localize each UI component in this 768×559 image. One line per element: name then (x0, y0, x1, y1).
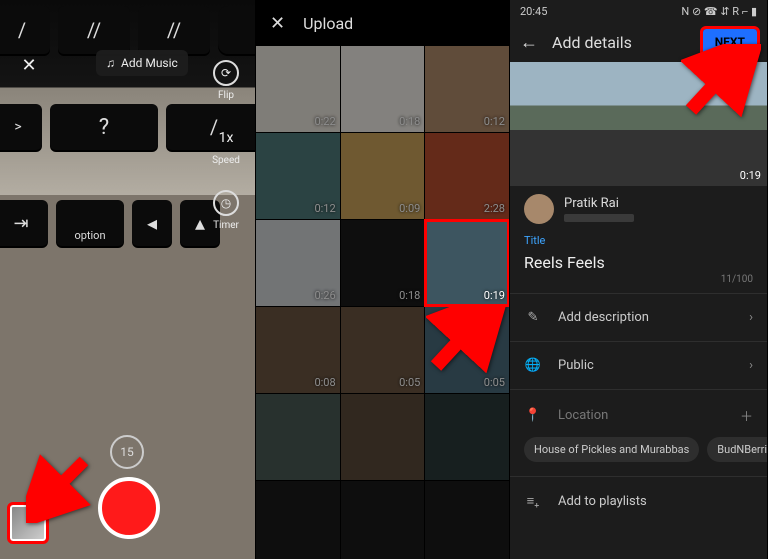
add-music-label: Add Music (121, 56, 178, 70)
flip-button[interactable]: ⟳ Flip (213, 60, 239, 101)
cell-duration: 0:12 (484, 115, 505, 128)
timer-button[interactable]: ◷ Timer (213, 190, 239, 231)
user-name: Pratik Rai (564, 196, 634, 211)
playlist-add-icon: ≡₊ (524, 493, 542, 509)
cell-duration: 0:19 (484, 289, 505, 302)
title-input[interactable]: Reels Feels (510, 249, 767, 274)
cell-duration: 0:18 (399, 289, 420, 302)
location-chip[interactable]: BudNBerries (707, 437, 767, 462)
plus-icon: ＋ (740, 406, 753, 425)
key-option: option (56, 200, 124, 246)
divider (510, 293, 767, 294)
cell-duration: 0:12 (314, 202, 335, 215)
close-icon[interactable]: ✕ (16, 52, 42, 78)
next-button[interactable]: NEXT (703, 29, 757, 55)
key (218, 6, 256, 54)
speed-label: Speed (212, 155, 240, 166)
divider (510, 476, 767, 477)
add-description-row[interactable]: ✎ Add description › (510, 298, 767, 337)
key: ⇥ (0, 200, 48, 246)
upload-title: Upload (303, 14, 353, 33)
pencil-icon: ✎ (524, 310, 542, 325)
status-indicators: N ⊘ ☎ ⇵ R ⌐ ▮ (681, 5, 757, 18)
timer-icon: ◷ (213, 190, 239, 216)
flip-label: Flip (218, 90, 234, 101)
media-cell[interactable]: 0:05 (341, 307, 425, 393)
location-row[interactable]: 📍 Location ＋ (510, 394, 767, 437)
cell-duration: 0:09 (399, 202, 420, 215)
location-chips: House of Pickles and Murabbas BudNBerries… (510, 437, 767, 472)
media-cell[interactable]: 0:09 (341, 133, 425, 219)
record-button[interactable] (98, 477, 160, 539)
media-cell[interactable]: 0:12 (256, 133, 340, 219)
location-label: Location (558, 408, 608, 423)
cell-duration: 2:28 (484, 202, 505, 215)
media-cell[interactable] (341, 394, 425, 480)
key: // (138, 6, 210, 54)
avatar (524, 194, 554, 224)
media-cell[interactable]: 0:19 (425, 220, 509, 306)
speed-button[interactable]: 1x Speed (212, 125, 240, 166)
chevron-right-icon: › (749, 310, 753, 325)
media-cell[interactable] (425, 481, 509, 559)
music-icon: ♫ (106, 56, 115, 70)
key: / (0, 6, 50, 54)
key: > (0, 104, 42, 150)
pin-icon: 📍 (524, 408, 542, 423)
media-cell[interactable]: 0:26 (256, 220, 340, 306)
duration-selector[interactable]: 15 (110, 435, 144, 469)
page-title: Add details (552, 33, 632, 52)
key: // (58, 6, 130, 54)
cell-duration: 0:18 (399, 115, 420, 128)
visibility-row[interactable]: 🌐 Public › (510, 346, 767, 385)
status-time: 20:45 (520, 5, 547, 18)
playlists-label: Add to playlists (558, 494, 647, 509)
gallery-thumbnail[interactable] (10, 505, 46, 541)
flip-icon: ⟳ (213, 60, 239, 86)
media-cell[interactable]: 0:18 (341, 46, 425, 132)
back-icon[interactable]: ← (520, 32, 538, 53)
cell-duration: 0:26 (314, 289, 335, 302)
speed-icon: 1x (213, 125, 239, 151)
media-cell[interactable]: 0:05 (425, 307, 509, 393)
add-description-label: Add description (558, 310, 649, 325)
cell-duration: 0:05 (484, 376, 505, 389)
location-chip[interactable]: House of Pickles and Murabbas (524, 437, 699, 462)
status-bar: 20:45 N ⊘ ☎ ⇵ R ⌐ ▮ (510, 0, 767, 22)
divider (510, 341, 767, 342)
add-to-playlists-row[interactable]: ≡₊ Add to playlists (510, 481, 767, 521)
preview-duration: 0:19 (740, 169, 761, 182)
media-cell[interactable]: 0:18 (341, 220, 425, 306)
key: ◂ (132, 200, 172, 246)
media-cell[interactable] (256, 394, 340, 480)
key: ? (50, 104, 158, 150)
media-cell[interactable] (256, 481, 340, 559)
video-preview[interactable]: 0:19 (510, 62, 767, 186)
cell-duration: 0:05 (399, 376, 420, 389)
visibility-label: Public (558, 358, 594, 373)
divider (510, 389, 767, 390)
title-label: Title (510, 232, 767, 249)
media-cell[interactable]: 0:22 (256, 46, 340, 132)
timer-label: Timer (213, 220, 239, 231)
user-row: Pratik Rai (510, 186, 767, 232)
globe-icon: 🌐 (524, 358, 542, 373)
close-icon[interactable]: ✕ (270, 13, 285, 34)
media-cell[interactable]: 2:28 (425, 133, 509, 219)
chevron-right-icon: › (749, 358, 753, 373)
media-grid: 0:22 0:18 0:12 0:12 0:09 2:28 0:26 0:18 0:19 0:08… (256, 46, 509, 559)
cell-duration: 0:08 (314, 376, 335, 389)
media-cell[interactable]: 0:08 (256, 307, 340, 393)
media-cell[interactable]: 0:12 (425, 46, 509, 132)
media-cell[interactable] (341, 481, 425, 559)
user-handle-placeholder (564, 214, 634, 222)
cell-duration: 0:22 (314, 115, 335, 128)
media-cell[interactable] (425, 394, 509, 480)
add-music-button[interactable]: ♫ Add Music (96, 50, 188, 76)
char-count: 11/100 (510, 274, 767, 289)
